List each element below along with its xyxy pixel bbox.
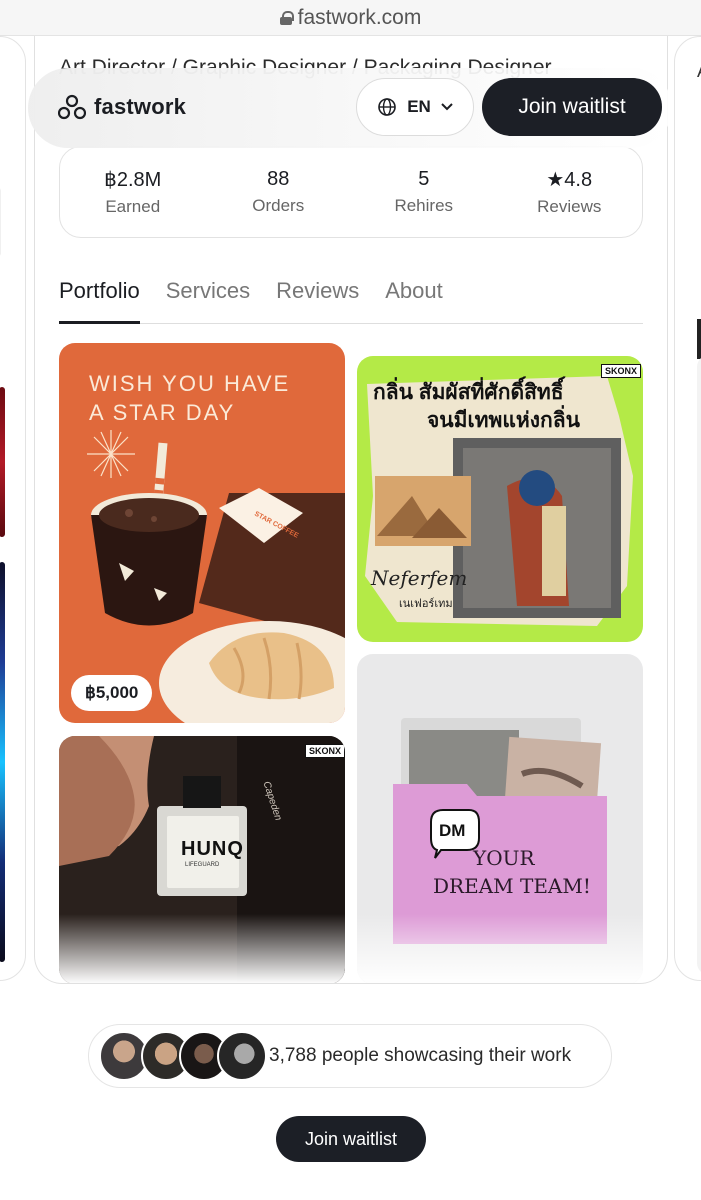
portfolio-item-coffee[interactable]: STAR COFFEE WISH YOU HAVE A STAR DAY ฿5,…	[59, 343, 345, 723]
profile-card: Art Director / Graphic Designer / Packag…	[34, 36, 668, 984]
next-profile-card[interactable]: A	[674, 36, 701, 981]
profile-tabs: Portfolio Services Reviews About	[59, 274, 643, 324]
tab-reviews[interactable]: Reviews	[276, 274, 359, 324]
poster-thai-small: เนเฟอร์เทม	[399, 598, 453, 610]
stat-value: ★4.8	[546, 169, 593, 191]
dm-bubble-text: DM	[439, 821, 466, 840]
portfolio-headline: WISH YOU HAVE A STAR DAY	[89, 369, 290, 427]
headline-line-1: WISH YOU HAVE	[89, 371, 291, 396]
showcase-count-text: 3,788 people showcasing their work	[269, 1045, 572, 1066]
floating-nav-bar: fastwork EN Join waitlist	[28, 68, 672, 148]
stat-earned: ฿2.8M Earned	[60, 147, 206, 237]
language-selector[interactable]: EN	[356, 78, 474, 136]
tab-services[interactable]: Services	[166, 274, 250, 324]
browser-url: fastwork.com	[297, 5, 422, 29]
stat-value: ฿2.8M	[104, 169, 162, 191]
poster-script: Neferfem	[371, 566, 468, 590]
dream-team-line-1: YOUR	[473, 846, 535, 870]
image-fade	[59, 914, 345, 983]
card-edge-stat	[0, 187, 1, 257]
lock-icon	[279, 10, 294, 25]
logo-text: fastwork	[94, 94, 187, 119]
browser-url-bar[interactable]: fastwork.com	[0, 0, 701, 36]
showcase-pill: 3,788 people showcasing their work	[88, 1024, 612, 1088]
previous-profile-card[interactable]	[0, 36, 26, 981]
card-edge-text: A	[697, 61, 701, 82]
portfolio-item-hunq-perfume[interactable]: SKONX HUNQ LIFEGUARD Capeden	[59, 736, 345, 983]
fastwork-logo[interactable]: fastwork	[58, 94, 186, 120]
headline-line-2: A STAR DAY	[89, 400, 236, 425]
stat-value: 88	[267, 168, 290, 190]
stat-rehires: 5 Rehires	[351, 147, 497, 237]
avatar-stack	[89, 1024, 269, 1088]
card-edge-image	[697, 355, 701, 975]
stat-orders: 88 Orders	[206, 147, 352, 237]
stats-panel: ฿2.8M Earned 88 Orders 5 Rehires ★4.8 Re…	[59, 146, 643, 238]
fastwork-logo-icon	[58, 94, 86, 120]
chevron-down-icon	[441, 103, 453, 111]
stat-reviews: ★4.8 Reviews	[497, 147, 643, 237]
join-waitlist-bottom-button[interactable]: Join waitlist	[276, 1116, 426, 1162]
join-waitlist-button[interactable]: Join waitlist	[482, 78, 662, 136]
dream-team-line-2: DREAM TEAM!	[433, 874, 591, 898]
price-badge: ฿5,000	[71, 675, 153, 711]
stat-label: Orders	[252, 196, 305, 215]
stat-value: 5	[418, 168, 430, 190]
card-edge-tab-indicator	[697, 319, 701, 359]
bottle-sublabel: LIFEGUARD	[185, 862, 220, 868]
bottle-label: HUNQ	[181, 838, 244, 860]
image-fade	[357, 914, 643, 983]
card-edge-image-blue	[0, 562, 5, 962]
brand-sticker: SKONX	[305, 744, 345, 758]
portfolio-item-dream-team[interactable]: DM YOUR DREAM TEAM!	[357, 654, 643, 983]
globe-icon	[378, 98, 396, 116]
stat-label: Earned	[105, 197, 161, 216]
language-label: EN	[407, 97, 431, 116]
brand-sticker: SKONX	[601, 364, 642, 378]
card-edge-image-red	[0, 387, 5, 537]
poster-thai-line-2: จนมีเทพแห่งกลิ่น	[427, 409, 580, 432]
stat-label: Rehires	[394, 196, 454, 215]
tab-portfolio[interactable]: Portfolio	[59, 274, 140, 324]
tab-about[interactable]: About	[385, 274, 443, 324]
portfolio-item-perfume-poster[interactable]: SKONX กลิ่น สัมผัสที่ศักดิ์สิทธิ์ จนมีเท…	[357, 356, 643, 642]
stat-label: Reviews	[537, 197, 602, 216]
avatar	[217, 1031, 267, 1081]
